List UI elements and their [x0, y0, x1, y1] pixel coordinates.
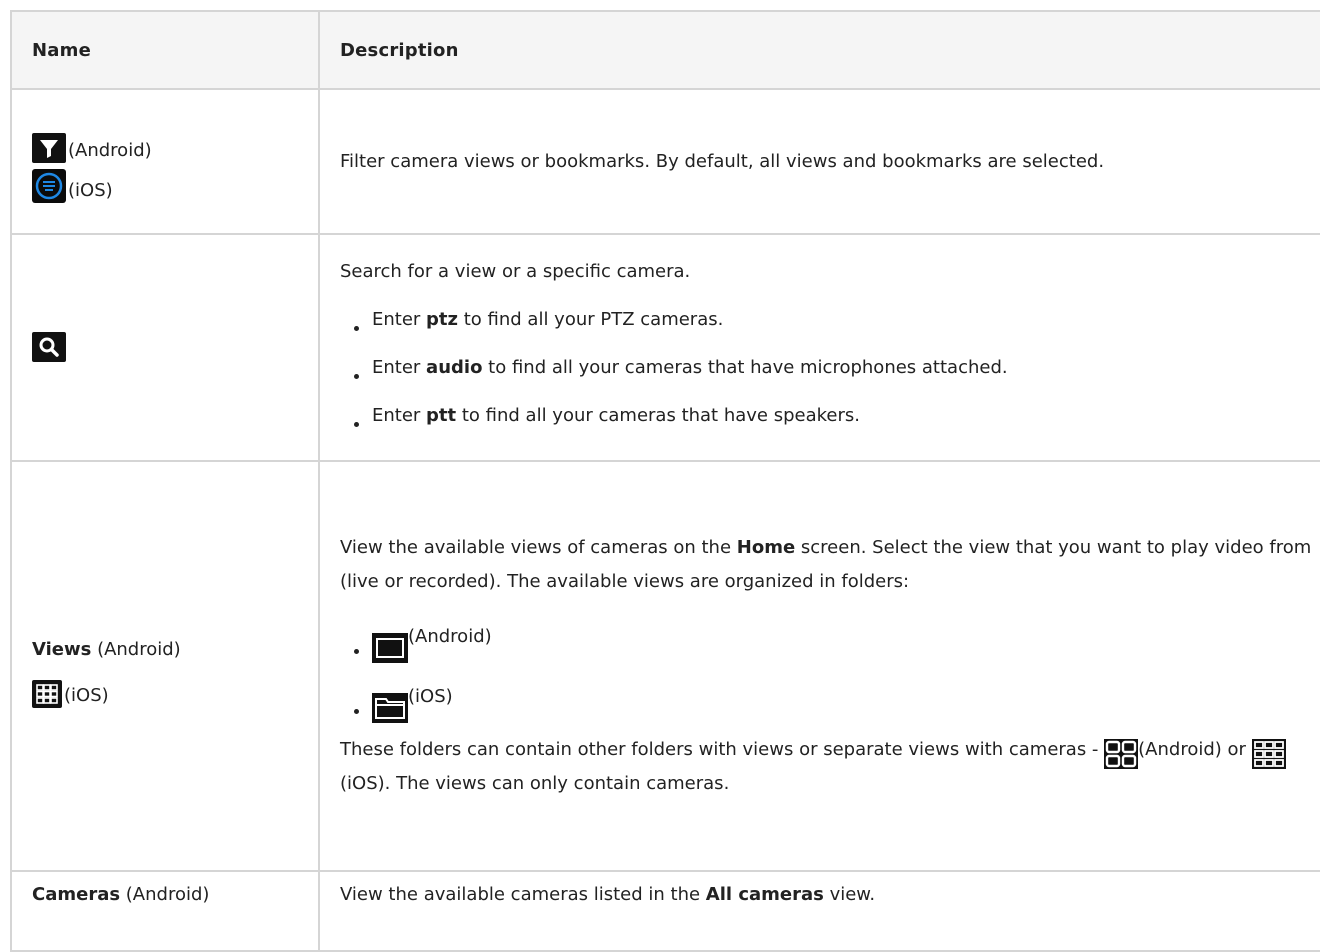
description-cell: View the available views of cameras on t… [318, 460, 1320, 872]
list-item: (Android) [340, 607, 1318, 667]
filter-android-label: (Android) [68, 139, 152, 161]
search-icon [32, 331, 66, 362]
cameras-name: Cameras [32, 884, 121, 905]
list-item: Enter ptt to find all your cameras that … [340, 392, 1318, 440]
name-cell: Cameras (Android) [10, 870, 320, 952]
views-name: Views [32, 638, 92, 660]
table-row-search: Search for a view or a specific camera. … [10, 233, 1320, 462]
header-description: Description [318, 10, 1320, 90]
description-cell: Search for a view or a specific camera. … [318, 233, 1320, 462]
filter-description: Filter camera views or bookmarks. By def… [340, 151, 1105, 172]
description-cell: Filter camera views or bookmarks. By def… [318, 88, 1320, 235]
list-item: (iOS) [340, 667, 1318, 727]
name-cell [10, 233, 320, 462]
search-bullet-list: Enter ptz to find all your PTZ cameras. … [340, 296, 1318, 440]
nine-grid-icon [1251, 739, 1286, 769]
four-grid-icon [1104, 739, 1139, 769]
views-outro: These folders can contain other folders … [340, 733, 1318, 801]
description-cell: View the available cameras listed in the… [318, 870, 1320, 952]
header-name: Name [10, 10, 320, 90]
list-item: Enter audio to find all your cameras tha… [340, 344, 1318, 392]
reference-table: Name Description (Android) (iOS) Filter … [10, 10, 1320, 952]
views-intro: View the available views of cameras on t… [340, 537, 1312, 592]
table-row-cameras: Cameras (Android) View the available cam… [10, 870, 1320, 952]
name-cell: (Android) (iOS) [10, 88, 320, 235]
name-cell: Views (Android) (iOS) [10, 460, 320, 872]
filter-ios-label: (iOS) [68, 179, 113, 201]
table-row-filter: (Android) (iOS) Filter camera views or b… [10, 88, 1320, 235]
grid-view-icon [32, 679, 62, 708]
views-ios-label: (iOS) [64, 684, 109, 706]
views-folder-list: (Android) (iOS) [340, 607, 1318, 727]
list-item: Enter ptz to find all your PTZ cameras. [340, 296, 1318, 344]
filter-funnel-icon [32, 132, 66, 163]
filter-circle-icon [32, 168, 66, 203]
folder-ios-icon [372, 693, 408, 723]
table-row-views: Views (Android) (iOS) View the available… [10, 460, 1320, 872]
search-intro: Search for a view or a specific camera. [340, 261, 691, 282]
table-header-row: Name Description [10, 10, 1320, 90]
folder-android-icon [372, 633, 408, 663]
